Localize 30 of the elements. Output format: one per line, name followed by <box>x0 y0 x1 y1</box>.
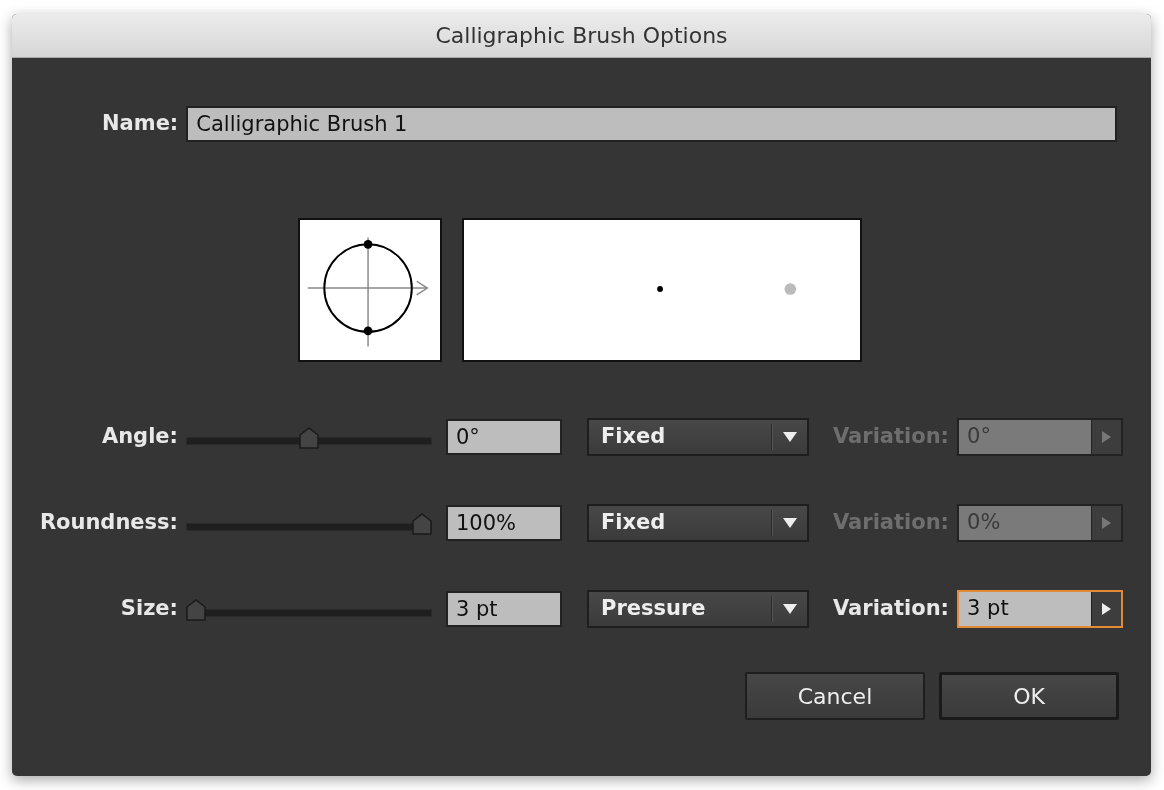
slider[interactable] <box>186 511 432 535</box>
variation-label: Variation: <box>833 595 949 623</box>
right-triangle-icon <box>1101 430 1112 444</box>
slider-thumb[interactable] <box>412 511 432 533</box>
variation-control[interactable]: 3 pt <box>957 590 1123 628</box>
window-title: Calligraphic Brush Options <box>435 22 728 50</box>
name-field[interactable]: Calligraphic Brush 1 <box>186 106 1118 142</box>
slider-thumb[interactable] <box>186 597 206 619</box>
variation-label: Variation: <box>833 509 949 537</box>
slider-thumb[interactable] <box>299 425 319 447</box>
cancel-button[interactable]: Cancel <box>745 672 925 720</box>
method-dropdown[interactable]: Pressure <box>587 590 809 628</box>
right-triangle-icon <box>1101 602 1112 616</box>
ok-button[interactable]: OK <box>939 672 1119 720</box>
setting-label: Angle: <box>100 423 178 451</box>
increment-arrow-button[interactable] <box>1091 592 1121 626</box>
value-field[interactable]: 100% <box>446 505 562 541</box>
name-label: Name: <box>102 110 179 138</box>
right-triangle-icon <box>1101 516 1112 530</box>
variation-field[interactable]: 3 pt <box>959 592 1091 626</box>
setting-label: Size: <box>119 595 178 623</box>
brush-shape-drawing[interactable] <box>298 218 442 362</box>
variation-label: Variation: <box>833 423 949 451</box>
method-dropdown[interactable]: Fixed <box>587 418 809 456</box>
value-field[interactable]: 3 pt <box>446 591 562 627</box>
method-dropdown[interactable]: Fixed <box>587 504 809 542</box>
setting-label: Roundness: <box>38 509 178 537</box>
value-field[interactable]: 0° <box>446 419 562 455</box>
slider[interactable] <box>186 597 432 621</box>
slider[interactable] <box>186 425 432 449</box>
